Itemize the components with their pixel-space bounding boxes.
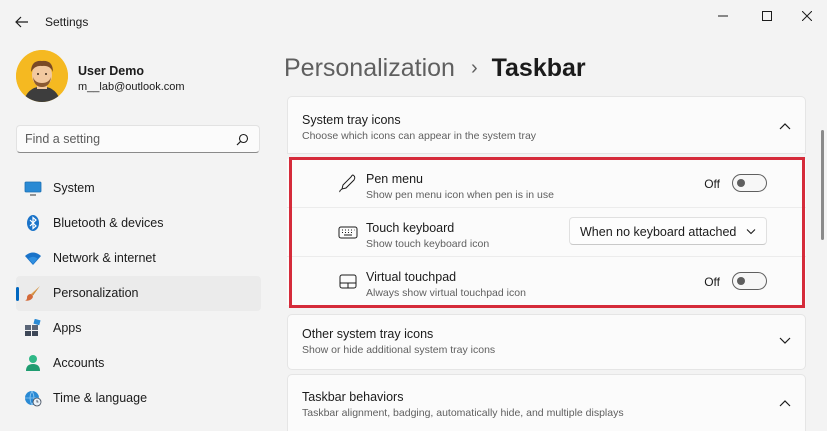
- active-indicator: [16, 287, 19, 301]
- page-title: Taskbar: [491, 53, 586, 82]
- person-icon: [26, 355, 40, 371]
- chevron-up-icon[interactable]: [779, 399, 791, 407]
- chevron-down-icon[interactable]: [779, 337, 791, 345]
- bluetooth-icon: [27, 215, 39, 231]
- breadcrumb: Personalization › Taskbar: [284, 52, 586, 84]
- sidebar-item-system[interactable]: System: [16, 171, 261, 206]
- sidebar-item-network[interactable]: Network & internet: [16, 241, 261, 276]
- minimize-button[interactable]: [708, 8, 738, 24]
- maximize-icon: [762, 11, 772, 21]
- user-email: m__lab@outlook.com: [78, 81, 185, 93]
- section-taskbar-behaviors[interactable]: Taskbar behaviors Taskbar alignment, bad…: [287, 374, 806, 431]
- brush-icon: [25, 286, 40, 301]
- avatar: [16, 50, 68, 102]
- user-name: User Demo: [78, 64, 144, 78]
- sidebar-item-label: Network & internet: [53, 251, 156, 265]
- globe-clock-icon: [25, 390, 42, 407]
- sidebar-item-label: Apps: [53, 321, 82, 335]
- close-button[interactable]: [792, 8, 822, 24]
- breadcrumb-separator: ›: [470, 56, 478, 79]
- section-title: Other system tray icons: [302, 327, 434, 341]
- monitor-icon: [24, 181, 42, 196]
- section-title: Taskbar behaviors: [302, 390, 404, 404]
- avatar-icon: [16, 50, 68, 102]
- sidebar-item-label: System: [53, 181, 95, 195]
- breadcrumb-parent[interactable]: Personalization: [284, 54, 455, 83]
- sidebar-item-time-language[interactable]: Time & language: [16, 381, 261, 416]
- close-icon: [802, 11, 812, 21]
- section-subtitle: Choose which icons can appear in the sys…: [302, 130, 537, 142]
- app-title: Settings: [45, 15, 89, 29]
- wifi-icon: [25, 252, 41, 265]
- scrollbar-thumb[interactable]: [821, 130, 824, 240]
- section-title: System tray icons: [302, 113, 401, 127]
- section-subtitle: Taskbar alignment, badging, automaticall…: [302, 407, 624, 419]
- sidebar-item-label: Accounts: [53, 356, 105, 370]
- back-button[interactable]: [12, 12, 32, 32]
- search-icon[interactable]: [236, 133, 249, 146]
- search-box[interactable]: [16, 125, 260, 153]
- chevron-up-icon[interactable]: [779, 122, 791, 130]
- sidebar-item-label: Time & language: [53, 391, 148, 405]
- sidebar-item-personalization[interactable]: Personalization: [16, 276, 261, 311]
- apps-icon: [25, 319, 41, 336]
- section-subtitle: Show or hide additional system tray icon…: [302, 344, 496, 356]
- sidebar-item-bluetooth[interactable]: Bluetooth & devices: [16, 206, 261, 241]
- sidebar-item-label: Personalization: [53, 286, 139, 300]
- sidebar-item-apps[interactable]: Apps: [16, 311, 261, 346]
- back-arrow-icon: [15, 16, 28, 28]
- sidebar-nav: System Bluetooth & devices Network & int…: [16, 171, 261, 416]
- section-other-system-tray-icons[interactable]: Other system tray icons Show or hide add…: [287, 314, 806, 370]
- sidebar-item-label: Bluetooth & devices: [53, 216, 164, 230]
- sidebar-item-accounts[interactable]: Accounts: [16, 346, 261, 381]
- minimize-icon: [718, 15, 728, 17]
- highlight-box: [289, 157, 805, 308]
- maximize-button[interactable]: [752, 8, 782, 24]
- search-input[interactable]: [25, 132, 225, 146]
- title-bar: Settings: [0, 0, 827, 44]
- section-system-tray-icons[interactable]: System tray icons Choose which icons can…: [287, 96, 806, 154]
